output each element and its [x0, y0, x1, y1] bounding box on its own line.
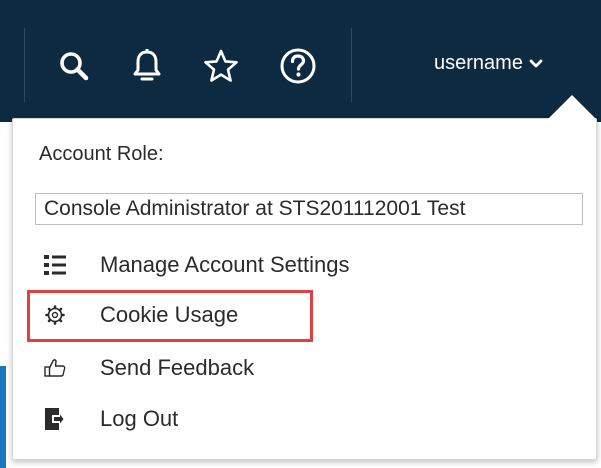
toolbar-divider-left: [24, 28, 25, 102]
username-label: username: [434, 51, 523, 74]
notifications-button[interactable]: [127, 46, 167, 86]
menu-item-label: Manage Account Settings: [100, 252, 350, 277]
account-role-select[interactable]: Console Administrator at STS201112001 Te…: [35, 193, 583, 225]
logout-icon: [43, 407, 67, 431]
list-icon: [43, 253, 67, 277]
user-menu-toggle[interactable]: username: [434, 48, 543, 78]
page-accent-strip: [0, 366, 6, 468]
dropdown-caret: [548, 95, 596, 119]
favorites-button[interactable]: [201, 46, 241, 86]
chevron-down-icon: [529, 59, 543, 68]
menu-item-label: Log Out: [100, 406, 179, 431]
menu-item-label: Send Feedback: [100, 355, 255, 380]
menu-item-log-out[interactable]: Log Out: [43, 399, 178, 439]
help-icon: [280, 48, 316, 84]
thumbs-up-icon: [43, 356, 67, 380]
star-icon: [204, 49, 238, 82]
toolbar-divider-right: [351, 28, 352, 102]
search-button[interactable]: [54, 46, 94, 86]
cookie-usage-highlight: [27, 290, 313, 342]
menu-item-send-feedback[interactable]: Send Feedback: [43, 348, 254, 388]
top-navigation-bar: username: [0, 0, 601, 122]
account-dropdown-menu: Account Role: Console Administrator at S…: [12, 118, 597, 460]
menu-item-manage-account-settings[interactable]: Manage Account Settings: [43, 245, 350, 285]
search-icon: [60, 52, 89, 81]
help-button[interactable]: [278, 46, 318, 86]
bell-icon: [133, 49, 161, 81]
account-role-label: Account Role:: [39, 143, 164, 165]
